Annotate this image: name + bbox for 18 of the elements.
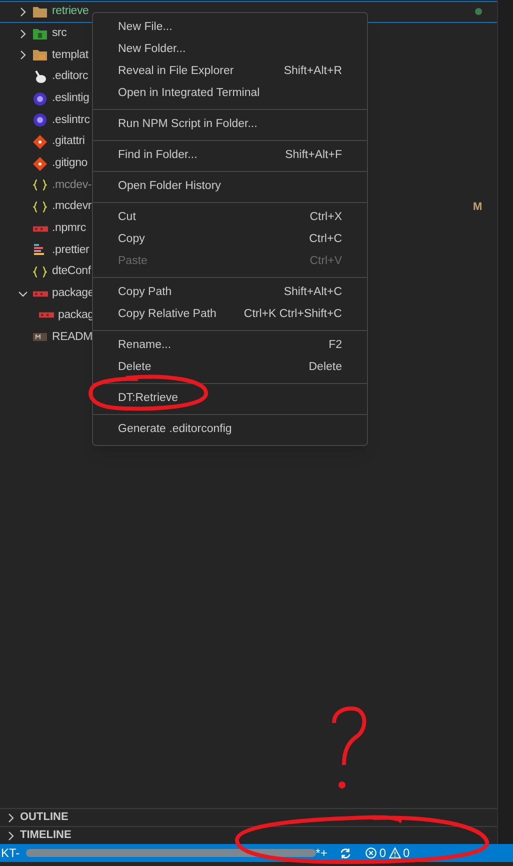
panel-title: TIMELINE [20, 828, 72, 844]
git-status-label: M [473, 200, 482, 215]
file-name: .mcdev- [52, 178, 92, 193]
file-name: .eslintig [52, 90, 90, 106]
file-name: .prettier [52, 242, 90, 258]
file-name: dteConf [52, 264, 91, 280]
file-name: .eslintrc [52, 112, 90, 128]
file-name: .npmrc [52, 221, 86, 236]
file-name: .editorc [52, 69, 88, 84]
file-name: .gitigno [52, 156, 88, 172]
file-name: retrieve [52, 4, 89, 20]
file-name: package [52, 286, 94, 302]
panel-title: OUTLINE [20, 810, 68, 826]
file-name: READM [52, 330, 93, 345]
file-name: .mcdevr [52, 199, 92, 214]
file-name: .gitattri [52, 134, 85, 150]
file-name: templat [52, 48, 88, 63]
file-name: src [52, 26, 67, 41]
